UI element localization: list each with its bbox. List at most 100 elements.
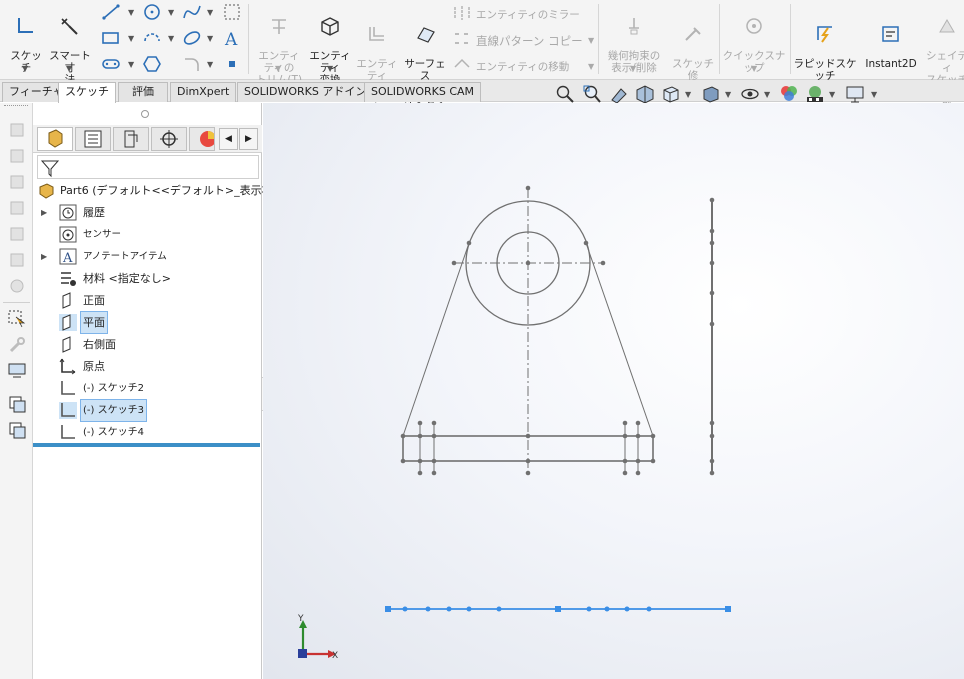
sketch-point[interactable] bbox=[709, 321, 715, 327]
active-sketch-point[interactable] bbox=[402, 606, 408, 612]
sketch-point[interactable] bbox=[431, 470, 437, 476]
display-style-caret[interactable]: ▼ bbox=[725, 90, 731, 99]
sketch-point[interactable] bbox=[431, 433, 437, 439]
slot-dropdown-caret[interactable]: ▼ bbox=[128, 60, 134, 69]
point-icon[interactable] bbox=[222, 55, 242, 73]
monitor-sketch-icon[interactable] bbox=[7, 361, 27, 381]
tab-evaluate[interactable]: 評価 bbox=[118, 82, 168, 102]
sketch-point[interactable] bbox=[525, 470, 531, 476]
section-view-icon[interactable] bbox=[635, 84, 655, 104]
active-sketch-point[interactable] bbox=[624, 606, 630, 612]
sketch-point[interactable] bbox=[709, 433, 715, 439]
view-settings-icon[interactable] bbox=[845, 84, 865, 104]
sketch-point[interactable] bbox=[525, 260, 531, 266]
sketch-point[interactable] bbox=[635, 420, 641, 426]
sketch-point[interactable] bbox=[431, 458, 437, 464]
sketch-point[interactable] bbox=[417, 420, 423, 426]
linear-pattern-dropdown-caret[interactable]: ▼ bbox=[588, 36, 594, 45]
text-icon[interactable]: A bbox=[222, 29, 242, 47]
view-orientation-caret[interactable]: ▼ bbox=[685, 90, 691, 99]
edit-appearance-icon[interactable] bbox=[779, 84, 799, 104]
polygon-icon[interactable] bbox=[142, 55, 162, 73]
previous-view-icon[interactable] bbox=[609, 84, 629, 104]
spline-icon[interactable] bbox=[182, 3, 202, 21]
active-sketch-point[interactable] bbox=[604, 606, 610, 612]
line-dropdown-caret[interactable]: ▼ bbox=[128, 8, 134, 17]
sketch-point[interactable] bbox=[709, 290, 715, 296]
hide-show-items-icon[interactable] bbox=[740, 84, 760, 104]
active-sketch-point[interactable] bbox=[466, 606, 472, 612]
sketch-point[interactable] bbox=[622, 420, 628, 426]
ellipse-dropdown-caret[interactable]: ▼ bbox=[207, 34, 213, 43]
copy-icon[interactable] bbox=[7, 394, 27, 414]
feature-icon[interactable] bbox=[7, 198, 27, 218]
sketch-point[interactable] bbox=[525, 458, 531, 464]
expand-arrow-icon[interactable]: ▶ bbox=[41, 202, 47, 223]
tree-filter[interactable] bbox=[37, 155, 259, 179]
smart-dimension-dropdown-caret[interactable]: ▼ bbox=[66, 64, 72, 73]
tab-scroll-left-button[interactable]: ◀ bbox=[219, 128, 238, 150]
smart-dimension-button[interactable]: スマート寸 法 bbox=[46, 4, 94, 86]
sketch-point[interactable] bbox=[525, 185, 531, 191]
ellipse-icon[interactable] bbox=[182, 29, 202, 47]
zoom-to-area-icon[interactable] bbox=[582, 84, 602, 104]
spline-dropdown-caret[interactable]: ▼ bbox=[207, 8, 213, 17]
zoom-to-fit-icon[interactable] bbox=[555, 84, 575, 104]
sketch-point[interactable] bbox=[709, 420, 715, 426]
tab-scroll-right-button[interactable]: ▶ bbox=[239, 128, 258, 150]
sketch-point[interactable] bbox=[635, 470, 641, 476]
move-dropdown-caret[interactable]: ▼ bbox=[588, 62, 594, 71]
straight-slot-icon[interactable] bbox=[101, 55, 121, 73]
tab-display-manager[interactable] bbox=[189, 127, 216, 151]
move-entities-label[interactable]: エンティティの移動 bbox=[476, 59, 569, 74]
active-sketch-point[interactable] bbox=[446, 606, 452, 612]
graphics-area[interactable]: Y X bbox=[263, 103, 964, 679]
sketch-point[interactable] bbox=[709, 458, 715, 464]
expand-arrow-icon[interactable]: ▶ bbox=[41, 246, 47, 267]
feature-icon[interactable] bbox=[7, 120, 27, 140]
sketch-point[interactable] bbox=[583, 240, 589, 246]
sketch-dropdown-caret[interactable]: ▼ bbox=[22, 64, 28, 73]
sketch-point[interactable] bbox=[431, 420, 437, 426]
line-icon[interactable] bbox=[101, 3, 121, 21]
sketch-point[interactable] bbox=[622, 458, 628, 464]
active-sketch-point[interactable] bbox=[425, 606, 431, 612]
sketch-point[interactable] bbox=[417, 433, 423, 439]
scene-caret[interactable]: ▼ bbox=[829, 90, 835, 99]
rectangle-icon[interactable] bbox=[101, 29, 121, 47]
feature-icon[interactable] bbox=[7, 250, 27, 270]
sketch-canvas[interactable]: Y X bbox=[263, 103, 964, 679]
mirror-entities-label[interactable]: エンティティのミラー bbox=[476, 7, 580, 22]
active-sketch-endpoint[interactable] bbox=[385, 606, 391, 612]
convert-dropdown-caret[interactable]: ▼ bbox=[327, 64, 333, 73]
relations-dropdown-caret[interactable]: ▼ bbox=[630, 64, 636, 73]
circle-dropdown-caret[interactable]: ▼ bbox=[168, 8, 174, 17]
hide-show-caret[interactable]: ▼ bbox=[764, 90, 770, 99]
tab-dimxpert[interactable]: DimXpert bbox=[170, 82, 237, 102]
rapid-sketch-button[interactable]: ラピッドスケッチ bbox=[792, 12, 858, 82]
display-style-icon[interactable] bbox=[701, 84, 721, 104]
instant2d-button[interactable]: Instant2D bbox=[860, 12, 922, 70]
select-icon[interactable] bbox=[7, 309, 27, 329]
feature-icon[interactable] bbox=[7, 224, 27, 244]
sketch-point[interactable] bbox=[709, 260, 715, 266]
copy-icon[interactable] bbox=[7, 420, 27, 440]
tab-property-manager[interactable] bbox=[75, 127, 111, 151]
sketch-point[interactable] bbox=[466, 240, 472, 246]
tangent-line-right[interactable] bbox=[585, 242, 654, 437]
active-sketch-point[interactable] bbox=[496, 606, 502, 612]
sketch-point[interactable] bbox=[400, 458, 406, 464]
sketch-point[interactable] bbox=[622, 470, 628, 476]
sketch-point[interactable] bbox=[709, 470, 715, 476]
sketch-point[interactable] bbox=[709, 228, 715, 234]
sketch-point[interactable] bbox=[709, 197, 715, 203]
circle-icon[interactable] bbox=[142, 3, 162, 21]
tangent-line-left[interactable] bbox=[402, 242, 470, 437]
sketch-point[interactable] bbox=[451, 260, 457, 266]
active-sketch-point[interactable] bbox=[646, 606, 652, 612]
sketch-point[interactable] bbox=[417, 458, 423, 464]
tab-dimxpert-manager[interactable] bbox=[151, 127, 187, 151]
sketch-point[interactable] bbox=[600, 260, 606, 266]
sketch-point[interactable] bbox=[650, 458, 656, 464]
construction-geometry-icon[interactable] bbox=[222, 3, 242, 21]
